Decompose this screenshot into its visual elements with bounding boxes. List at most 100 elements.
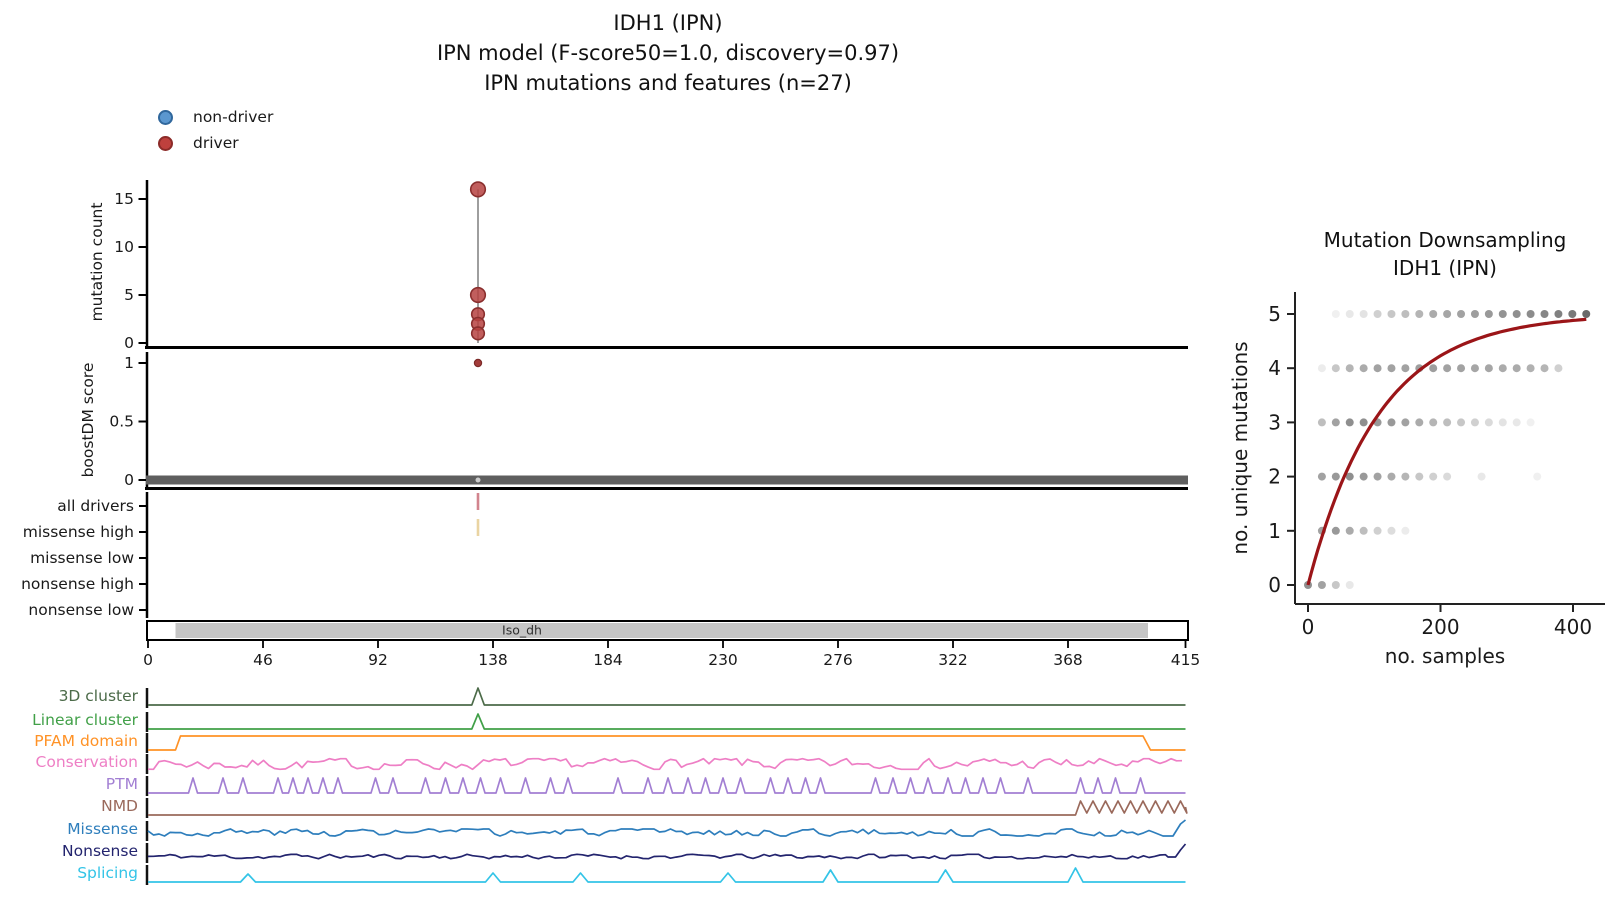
feature-track-label-splicing: Splicing [77, 864, 138, 882]
downsampling-dot [1332, 310, 1340, 318]
legend-row-driver: driver [158, 130, 273, 156]
downsampling-dot [1499, 364, 1507, 372]
boostdm-score-axis-label: boostDM score [79, 363, 97, 478]
x-tick-label: 184 [593, 651, 623, 669]
panel-divider [145, 346, 1188, 349]
non-driver-dot-icon [158, 110, 173, 125]
downsampling-dot [1332, 473, 1340, 481]
figure-title-line-2: IPN model (F-score50=1.0, discovery=0.97… [148, 38, 1188, 68]
downsampling-dot [1541, 364, 1549, 372]
downsampling-dot [1346, 418, 1354, 426]
downsampling-dot [1554, 364, 1562, 372]
feature-track-line-3d-cluster [148, 688, 1186, 705]
feature-track-line-nmd [148, 801, 1187, 815]
downsampling-xlabel: no. samples [1295, 644, 1595, 668]
boostdm-score-plot: 10.50 [109, 352, 1188, 490]
downsampling-dot [1401, 473, 1409, 481]
x-tick-label: 46 [253, 651, 273, 669]
feature-track-label-conservation: Conservation [36, 753, 138, 771]
downsampling-dot [1485, 310, 1493, 318]
downsampling-dot [1457, 418, 1465, 426]
downsampling-dot [1415, 418, 1423, 426]
mutation-downsampling-plot: 0123450200400 [1268, 292, 1605, 639]
downsampling-dot [1332, 527, 1340, 535]
downsampling-dot [1318, 364, 1326, 372]
mutation-dot [472, 327, 485, 340]
mutation-dot [471, 182, 486, 197]
downsampling-dot [1429, 310, 1437, 318]
feature-track-line-pfam-domain [148, 736, 1186, 750]
feature-track-line-ptm [148, 778, 1186, 793]
downsampling-dot [1374, 473, 1382, 481]
observed-consequence-tracks: all drivers missense high missense low nons… [21, 492, 479, 619]
feature-track-line-splicing [148, 868, 1186, 882]
track-row-label: nonsense high [21, 575, 134, 593]
downsampling-dot [1374, 310, 1382, 318]
x-tick-label: 230 [708, 651, 738, 669]
downsampling-dot [1541, 310, 1549, 318]
protein-domain-bar: Iso_dh04692138184230276322368415 [143, 621, 1200, 669]
track-row-label: missense high [23, 523, 134, 541]
y-tick-label: 5 [124, 286, 134, 304]
mutation-count-axis-label: mutation count [88, 203, 106, 322]
figure-title-line-1: IDH1 (IPN) [148, 8, 1188, 38]
feature-track-line-nonsense [148, 844, 1186, 859]
driver-legend: non-driver driver [158, 104, 273, 156]
downsampling-dot [1387, 310, 1395, 318]
feature-track-label-pfam-domain: PFAM domain [34, 732, 138, 750]
feature-track-line-missense [148, 820, 1186, 836]
downsampling-dot [1499, 418, 1507, 426]
downsampling-dot [1360, 310, 1368, 318]
feature-track-label-3d-cluster: 3D cluster [59, 687, 139, 705]
downsampling-dot [1478, 473, 1486, 481]
downsampling-dot [1443, 364, 1451, 372]
downsampling-dot [1443, 310, 1451, 318]
pfam-domain-box [176, 623, 1149, 638]
track-row-label: missense low [30, 549, 134, 567]
feature-track-label-nonsense: Nonsense [62, 842, 138, 860]
feature-track-label-linear-cluster: Linear cluster [32, 711, 138, 729]
downsampling-title-line-2: IDH1 (IPN) [1275, 255, 1615, 282]
downsampling-dot [1332, 418, 1340, 426]
feature-track-line-linear-cluster [148, 714, 1186, 729]
downsampling-dot [1513, 364, 1521, 372]
downsampling-title-line-1: Mutation Downsampling [1275, 227, 1615, 254]
downsampling-dot [1415, 310, 1423, 318]
downsampling-dot [1527, 364, 1535, 372]
y-tick-label: 0.5 [109, 413, 134, 431]
downsampling-dot [1443, 473, 1451, 481]
downsampling-dot [1360, 473, 1368, 481]
legend-label-driver: driver [193, 134, 239, 152]
downsampling-dot [1568, 310, 1576, 318]
downsampling-dot [1513, 310, 1521, 318]
track-row-label: all drivers [57, 497, 134, 515]
downsampling-dot [1346, 364, 1354, 372]
mutation-dot [471, 288, 486, 303]
downsampling-dot [1346, 310, 1354, 318]
x-tick-label: 92 [368, 651, 388, 669]
feature-track-label-nmd: NMD [101, 797, 138, 815]
saturation-curve [1308, 319, 1586, 585]
x-tick-label: 0 [143, 651, 153, 669]
downsampling-dot [1499, 310, 1507, 318]
downsampling-dot [1346, 581, 1354, 589]
x-tick-label: 200 [1421, 615, 1459, 639]
downsampling-dot [1513, 418, 1521, 426]
downsampling-dot [1554, 310, 1562, 318]
x-tick-label: 368 [1053, 651, 1083, 669]
observed-mutation-tick [477, 519, 480, 536]
downsampling-dot [1471, 364, 1479, 372]
panel-divider [145, 487, 1188, 490]
legend-row-non-driver: non-driver [158, 104, 273, 130]
downsampling-dot [1387, 418, 1395, 426]
feature-tracks: 3D cluster Linear cluster PFAM domain Conse… [32, 687, 1187, 885]
feature-track-label-missense: Missense [67, 820, 138, 838]
downsampling-dot [1401, 310, 1409, 318]
figure-title-line-3: IPN mutations and features (n=27) [148, 68, 1188, 98]
y-tick-label: 0 [124, 334, 134, 352]
mutation-needle-plot: 051015 [114, 180, 1188, 352]
downsampling-dot [1429, 418, 1437, 426]
downsampling-dot [1457, 310, 1465, 318]
downsampling-dot [1527, 418, 1535, 426]
downsampling-dot [1471, 418, 1479, 426]
